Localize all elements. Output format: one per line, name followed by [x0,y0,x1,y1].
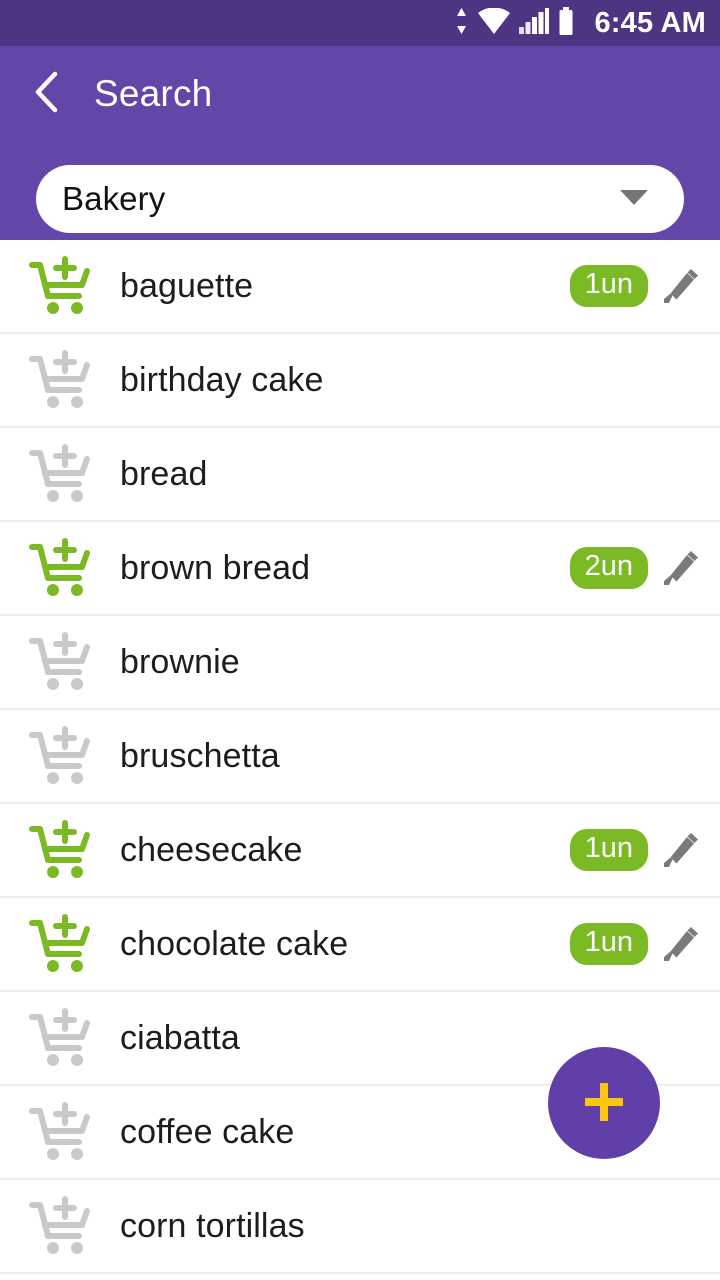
quantity-badge: 1un [569,265,648,307]
category-dropdown[interactable]: Bakery [36,165,684,233]
list-item-label: brown bread [120,548,311,587]
chevron-left-icon [34,71,60,118]
quantity-badge: 1un [569,829,648,871]
list-item[interactable]: brown bread 2un [0,522,720,616]
add-to-cart-icon[interactable] [28,1101,92,1163]
list-item-actions: 1un [569,922,700,966]
add-to-cart-icon[interactable] [28,255,92,317]
list-item[interactable]: cheesecake 1un [0,804,720,898]
list-item[interactable]: corn tortillas [0,1180,720,1274]
pencil-icon[interactable] [660,828,700,872]
data-transfer-arrows-icon [454,7,469,39]
status-bar: 6:45 AM [0,0,720,46]
list-item-label: cheesecake [120,830,303,869]
list-item-label: corn tortillas [120,1206,305,1245]
list-item-label: bread [120,454,208,493]
list-item-actions: 2un [569,546,700,590]
add-to-cart-icon[interactable] [28,349,92,411]
category-dropdown-value: Bakery [62,180,166,217]
app-screen: 6:45 AM Search Bakery baguette 1un birth… [0,0,720,1280]
pencil-icon[interactable] [660,264,700,308]
add-to-cart-icon[interactable] [28,1195,92,1257]
add-to-cart-icon[interactable] [28,443,92,505]
battery-icon [558,6,574,40]
list-item-label: birthday cake [120,360,324,399]
quantity-badge: 2un [569,547,648,589]
list-item-actions: 1un [569,828,700,872]
list-item[interactable]: brownie [0,616,720,710]
list-item[interactable]: bread [0,428,720,522]
add-to-cart-icon[interactable] [28,913,92,975]
quantity-badge: 1un [569,923,648,965]
add-to-cart-icon[interactable] [28,1007,92,1069]
status-bar-clock: 6:45 AM [594,6,706,39]
add-item-fab[interactable] [548,1047,660,1159]
back-button[interactable] [22,66,72,122]
list-item[interactable]: birthday cake [0,334,720,428]
add-to-cart-icon[interactable] [28,819,92,881]
plus-icon [581,1079,627,1128]
list-item-label: baguette [120,266,254,305]
list-item-label: ciabatta [120,1018,240,1057]
list-item-label: chocolate cake [120,924,349,963]
wifi-icon [478,6,511,39]
list-item-label: bruschetta [120,736,280,775]
page-title: Search [94,73,213,114]
list-item-label: brownie [120,642,240,681]
status-bar-icons: 6:45 AM [454,6,706,40]
cellular-signal-icon [519,7,550,39]
list-item[interactable]: chocolate cake 1un [0,898,720,992]
caret-down-icon [620,188,648,211]
add-to-cart-icon[interactable] [28,537,92,599]
list-item-label: coffee cake [120,1112,295,1151]
list-item-actions: 1un [569,264,700,308]
add-to-cart-icon[interactable] [28,725,92,787]
list-item[interactable]: baguette 1un [0,240,720,334]
list-item[interactable]: bruschetta [0,710,720,804]
pencil-icon[interactable] [660,546,700,590]
add-to-cart-icon[interactable] [28,631,92,693]
pencil-icon[interactable] [660,922,700,966]
app-bar: Search Bakery [0,46,720,240]
